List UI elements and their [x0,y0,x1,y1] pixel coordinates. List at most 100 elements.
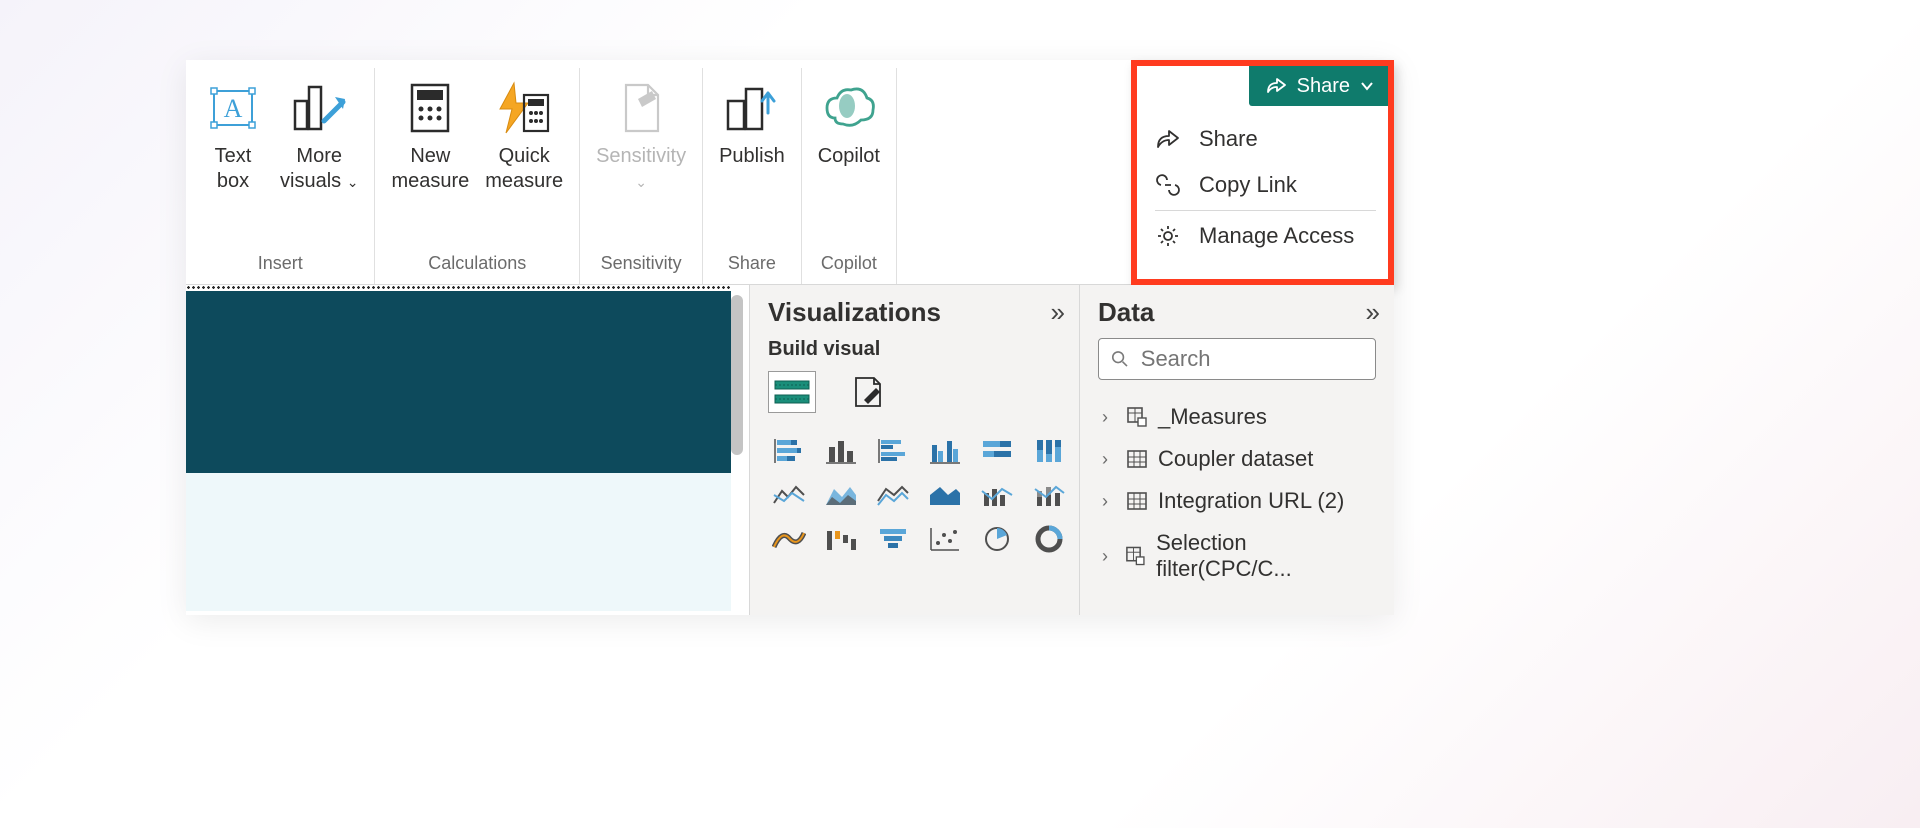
group-title-sensitivity: Sensitivity [601,253,682,280]
search-box[interactable] [1098,338,1376,380]
ribbon-group-copilot: Copilot Copilot [802,68,897,284]
copilot-label: Copilot [818,144,880,169]
report-canvas[interactable] [186,285,731,615]
copilot-icon [819,78,879,138]
pie-chart-icon[interactable] [976,521,1018,557]
sensitivity-icon [611,78,671,138]
stacked-column-chart-icon[interactable] [820,433,862,469]
share-menu-copy-link[interactable]: Copy Link [1149,162,1382,208]
scatter-chart-icon[interactable] [924,521,966,557]
chevron-down-icon [1360,81,1374,91]
chevron-right-icon: › [1102,546,1115,567]
publish-icon [722,78,782,138]
canvas-scrollbar[interactable] [731,295,743,455]
quick-measure-button[interactable]: Quick measure [481,76,567,196]
gear-icon [1155,223,1181,249]
share-item-label: Share [1199,126,1258,152]
line-clustered-column-icon[interactable] [976,477,1018,513]
table-icon [1126,490,1148,512]
ribbon-group-insert: A Text box More visuals ⌄ [186,68,375,284]
line-stacked-column-icon[interactable] [1028,477,1070,513]
hundred-percent-column-chart-icon[interactable] [1028,433,1070,469]
clustered-bar-chart-icon[interactable] [872,433,914,469]
collapse-pane-icon[interactable]: » [1051,297,1061,328]
copilot-button[interactable]: Copilot [814,76,884,171]
stacked-bar-chart-icon[interactable] [768,433,810,469]
publish-button[interactable]: Publish [715,76,789,171]
funnel-chart-icon[interactable] [872,521,914,557]
hundred-percent-bar-chart-icon[interactable] [976,433,1018,469]
share-menu: Share Copy Link Manage Access [1149,116,1382,259]
tree-item-label: Integration URL (2) [1158,488,1344,514]
chevron-right-icon: › [1102,449,1116,470]
sensitivity-label: Sensitivity⌄ [596,144,686,194]
share-button-label: Share [1297,75,1350,98]
svg-text:A: A [224,94,243,123]
new-measure-button[interactable]: New measure [387,76,473,196]
build-tabs [768,371,1061,413]
app-window: A Text box More visuals ⌄ [186,60,1394,615]
tree-item-label: Selection filter(CPC/C... [1156,530,1376,582]
text-box-button[interactable]: A Text box [198,76,268,196]
data-tree: › _Measures › Coupler dataset › Integrat… [1098,396,1376,590]
build-visual-label: Build visual [768,338,1061,361]
canvas-dark-region [186,291,731,473]
ribbon-chart-icon[interactable] [768,521,810,557]
data-pane: Data » › _Measures › Coupler dataset [1079,285,1394,615]
link-icon [1155,173,1181,197]
collapse-pane-icon[interactable]: » [1366,297,1376,328]
menu-separator [1155,210,1376,211]
chevron-down-icon: ⌄ [347,174,359,190]
waterfall-chart-icon[interactable] [820,521,862,557]
clustered-column-chart-icon[interactable] [924,433,966,469]
more-visuals-button[interactable]: More visuals ⌄ [276,76,362,196]
stacked-area-chart-icon[interactable] [872,477,914,513]
sensitivity-button: Sensitivity⌄ [592,76,690,196]
quick-measure-icon [494,78,554,138]
calculator-icon [400,78,460,138]
share-arrow-icon [1155,127,1181,151]
more-visuals-icon [289,78,349,138]
panes-row: Visualizations » Build visual [186,285,1394,615]
filled-area-chart-icon[interactable] [924,477,966,513]
group-title-copilot: Copilot [821,253,877,280]
share-item-label: Copy Link [1199,172,1297,198]
more-visuals-label: More visuals ⌄ [280,144,358,194]
group-title-calculations: Calculations [428,253,526,280]
search-input[interactable] [1139,345,1363,373]
data-title: Data [1098,297,1154,328]
format-visual-tab[interactable] [844,371,892,413]
area-chart-icon[interactable] [820,477,862,513]
chevron-down-icon: ⌄ [635,174,647,190]
ribbon-group-calculations: New measure Quick measure C [375,68,580,284]
tree-item-coupler[interactable]: › Coupler dataset [1102,438,1376,480]
chevron-right-icon: › [1102,407,1116,428]
tree-item-label: _Measures [1158,404,1267,430]
tree-item-integration[interactable]: › Integration URL (2) [1102,480,1376,522]
canvas-light-region [186,473,731,611]
table-icon [1126,448,1148,470]
table-calc-icon [1125,545,1146,567]
donut-chart-icon[interactable] [1028,521,1070,557]
search-icon [1111,349,1129,369]
tree-item-measures[interactable]: › _Measures [1102,396,1376,438]
share-button[interactable]: Share [1249,66,1388,106]
tree-item-selection-filter[interactable]: › Selection filter(CPC/C... [1102,522,1376,590]
share-menu-manage-access[interactable]: Manage Access [1149,213,1382,259]
share-menu-share[interactable]: Share [1149,116,1382,162]
text-box-label: Text box [215,144,252,194]
new-measure-label: New measure [391,144,469,194]
build-visual-tab[interactable] [768,371,816,413]
share-highlight-frame: Share Share Copy Link [1131,60,1394,285]
table-calc-icon [1126,406,1148,428]
tree-item-label: Coupler dataset [1158,446,1313,472]
group-title-share: Share [728,253,776,280]
line-chart-icon[interactable] [768,477,810,513]
visualizations-pane: Visualizations » Build visual [749,285,1079,615]
group-title-insert: Insert [258,253,303,280]
visualizations-title: Visualizations [768,297,941,328]
text-box-icon: A [203,78,263,138]
publish-label: Publish [719,144,785,169]
ribbon-group-share: Publish Share [703,68,802,284]
share-item-label: Manage Access [1199,223,1354,249]
